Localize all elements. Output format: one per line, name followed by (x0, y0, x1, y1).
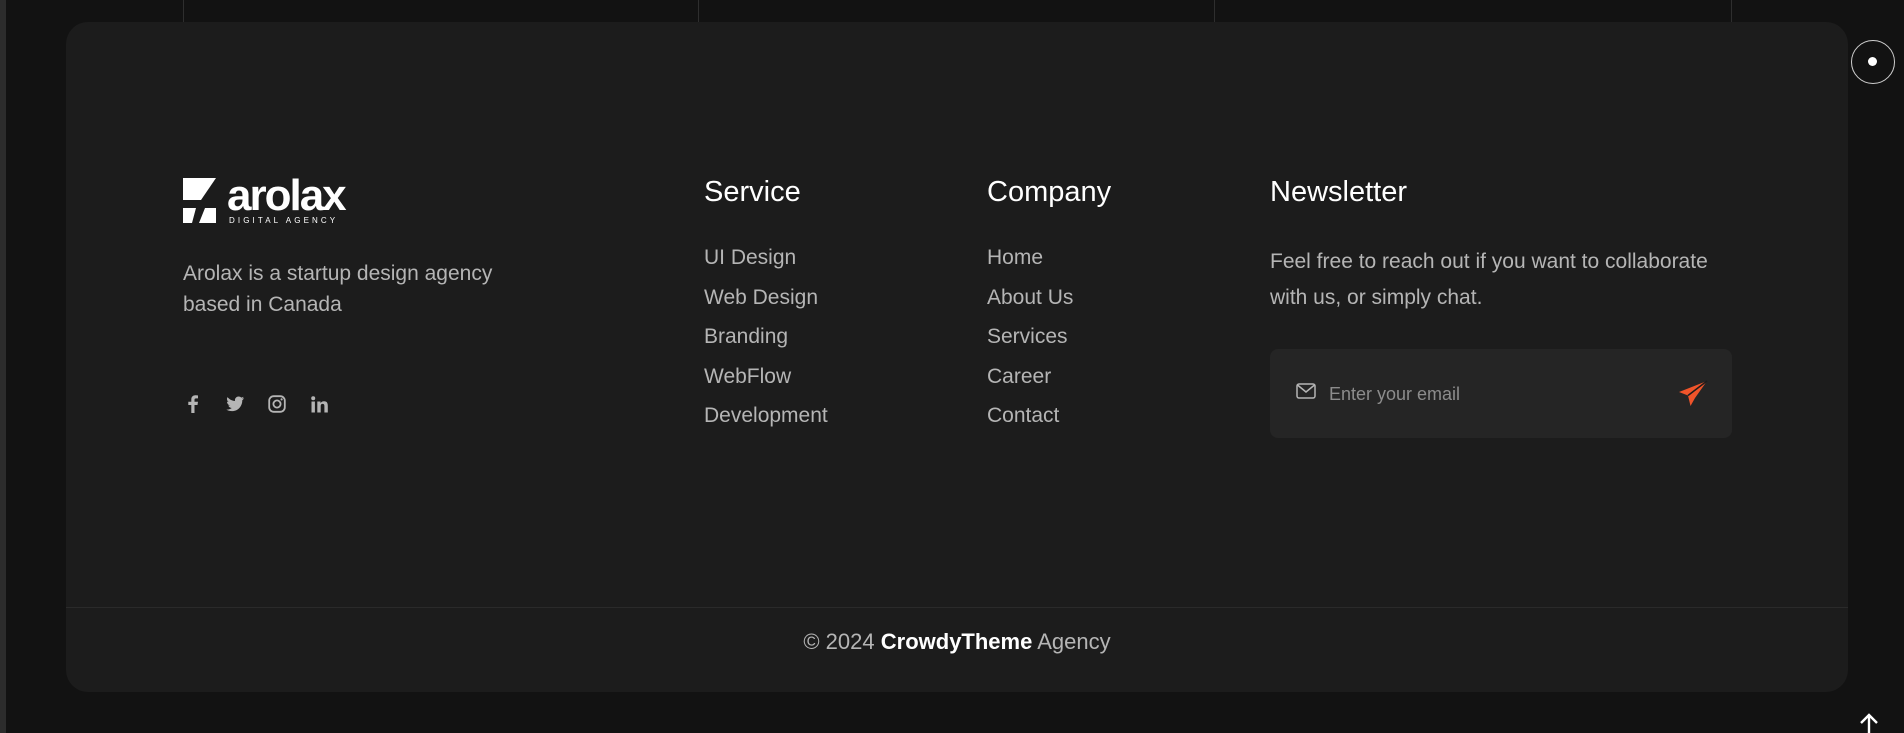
service-link[interactable]: Web Design (704, 286, 828, 326)
service-heading: Service (704, 176, 801, 208)
instagram-icon[interactable] (267, 394, 287, 414)
company-link[interactable]: Career (987, 365, 1073, 405)
grid-line (1731, 0, 1732, 22)
brand-logo[interactable]: arolax DIGITAL AGENCY (183, 174, 353, 228)
twitter-icon[interactable] (225, 394, 245, 414)
email-input[interactable] (1327, 377, 1651, 411)
copyright-brand-link[interactable]: CrowdyTheme (881, 629, 1033, 654)
company-link[interactable]: Home (987, 246, 1073, 286)
grid-line (183, 0, 184, 22)
left-edge-bar (0, 0, 6, 733)
social-links (183, 394, 329, 414)
grid-line (1214, 0, 1215, 22)
facebook-icon[interactable] (183, 394, 203, 414)
copyright-year: © 2024 (803, 629, 875, 654)
send-icon[interactable] (1678, 380, 1708, 408)
brand-subtitle: DIGITAL AGENCY (229, 216, 339, 225)
newsletter-form (1270, 349, 1732, 438)
brand-tagline: Arolax is a startup design agency based … (183, 262, 493, 316)
company-link[interactable]: Contact (987, 404, 1073, 444)
company-links: Home About Us Services Career Contact (987, 246, 1073, 444)
company-heading: Company (987, 176, 1112, 208)
newsletter-description: Feel free to reach out if you want to co… (1270, 250, 1708, 309)
footer: arolax DIGITAL AGENCY Arolax is a startu… (66, 22, 1848, 692)
service-link[interactable]: UI Design (704, 246, 828, 286)
brand-name: arolax (227, 171, 347, 220)
company-link[interactable]: Services (987, 325, 1073, 365)
logo-mark-icon (183, 178, 216, 223)
footer-divider (66, 607, 1848, 608)
copyright-suffix: Agency (1037, 629, 1111, 654)
copyright: © 2024 CrowdyTheme Agency (66, 629, 1848, 655)
service-links: UI Design Web Design Branding WebFlow De… (704, 246, 828, 444)
cursor-follower-icon (1851, 40, 1895, 84)
grid-line (698, 0, 699, 22)
linkedin-icon[interactable] (309, 394, 329, 414)
company-link[interactable]: About Us (987, 286, 1073, 326)
mail-icon (1296, 383, 1316, 399)
service-link[interactable]: Development (704, 404, 828, 444)
scroll-to-top-arrow-icon[interactable] (1858, 713, 1880, 733)
newsletter-heading: Newsletter (1270, 176, 1407, 208)
service-link[interactable]: Branding (704, 325, 828, 365)
service-link[interactable]: WebFlow (704, 365, 828, 405)
